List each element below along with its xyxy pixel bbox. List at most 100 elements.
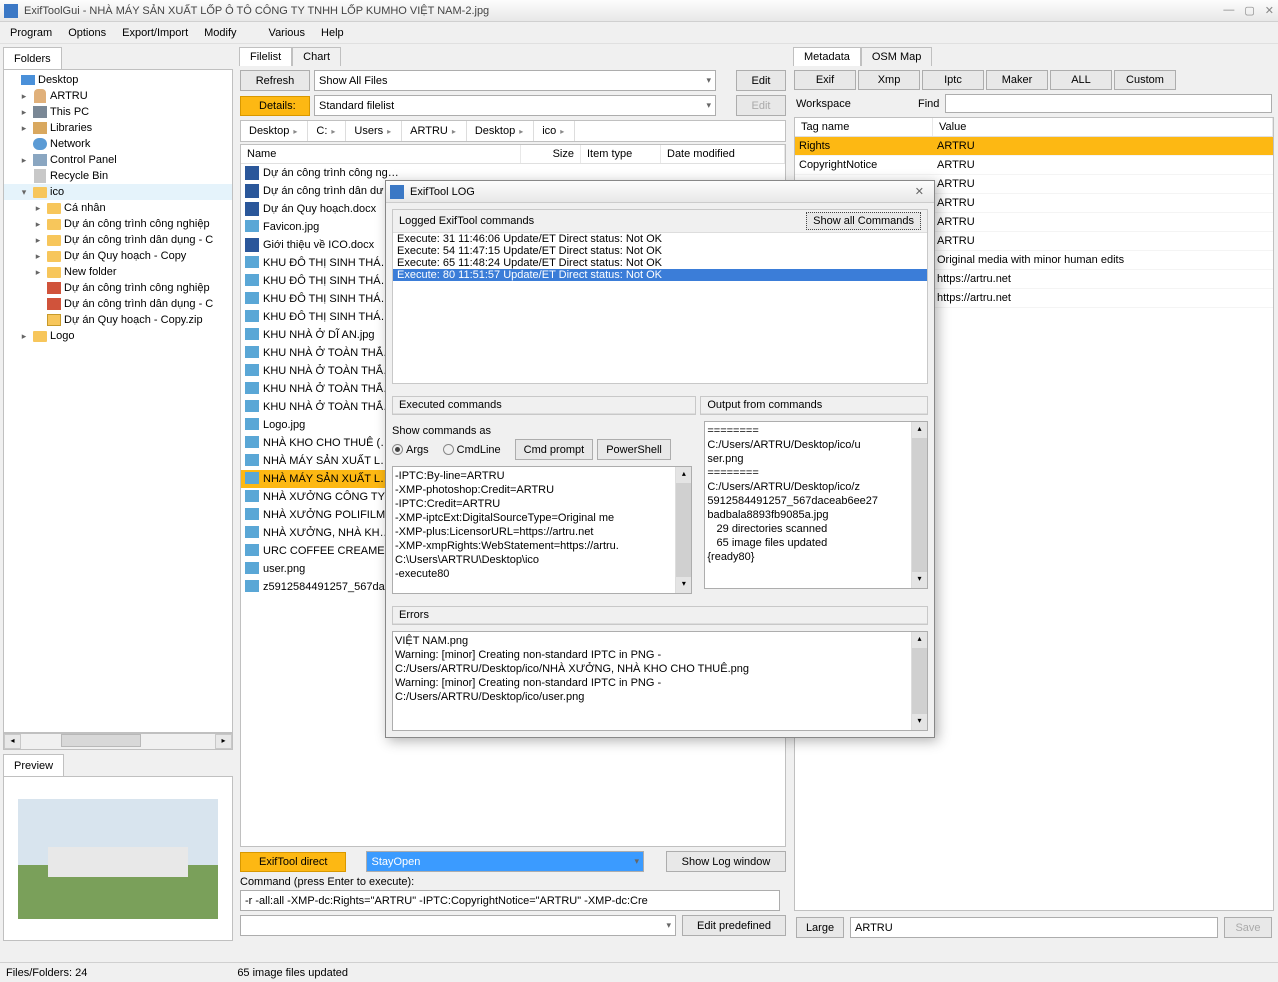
- find-input[interactable]: [945, 94, 1272, 113]
- find-label: Find: [918, 98, 939, 110]
- tree-item[interactable]: Dự án công trình dân dụng - C: [4, 296, 232, 312]
- edit-button[interactable]: Edit: [736, 70, 786, 91]
- log-line[interactable]: Execute: 31 11:46:06 Update/ET Direct st…: [393, 233, 927, 245]
- preview-image: [18, 799, 218, 919]
- folder-tree[interactable]: Desktop▸ARTRU▸This PC▸LibrariesNetwork▸C…: [3, 69, 233, 733]
- btn-maker[interactable]: Maker: [986, 70, 1048, 90]
- errors-label: Errors: [399, 609, 429, 621]
- tree-item[interactable]: ▾ico: [4, 184, 232, 200]
- tab-chart[interactable]: Chart: [292, 47, 341, 66]
- details-button[interactable]: Details:: [240, 96, 310, 116]
- show-files-combo[interactable]: Show All Files: [314, 70, 716, 91]
- menu-various[interactable]: Various: [263, 25, 311, 41]
- logged-commands-label: Logged ExifTool commands: [399, 215, 534, 227]
- tree-item[interactable]: Dự án công trình công nghiệp: [4, 280, 232, 296]
- powershell-button[interactable]: PowerShell: [597, 439, 671, 460]
- log-lines[interactable]: Execute: 31 11:46:06 Update/ET Direct st…: [393, 233, 927, 383]
- menu-options[interactable]: Options: [62, 25, 112, 41]
- btn-xmp[interactable]: Xmp: [858, 70, 920, 90]
- edit-predefined-button[interactable]: Edit predefined: [682, 915, 786, 936]
- log-line[interactable]: Execute: 54 11:47:15 Update/ET Direct st…: [393, 245, 927, 257]
- tree-item[interactable]: ▸Control Panel: [4, 152, 232, 168]
- minimize-icon[interactable]: —: [1223, 4, 1234, 17]
- output-text[interactable]: ======== C:/Users/ARTRU/Desktop/ico/u se…: [704, 421, 928, 589]
- preview-pane: [3, 776, 233, 941]
- cmd-prompt-button[interactable]: Cmd prompt: [515, 439, 594, 460]
- tree-item[interactable]: Desktop: [4, 72, 232, 88]
- executed-label: Executed commands: [399, 399, 502, 411]
- executed-commands-text[interactable]: -IPTC:By-line=ARTRU -XMP-photoshop:Credi…: [392, 466, 692, 594]
- maximize-icon[interactable]: ▢: [1244, 4, 1254, 17]
- tree-item[interactable]: ▸This PC: [4, 104, 232, 120]
- menubar: Program Options Export/Import Modify Var…: [0, 22, 1278, 44]
- filelist-type-combo[interactable]: Standard filelist: [314, 95, 716, 116]
- dialog-titlebar[interactable]: ExifTool LOG ✕: [386, 181, 934, 203]
- btn-custom[interactable]: Custom: [1114, 70, 1176, 90]
- col-name[interactable]: Name: [241, 145, 521, 163]
- metadata-row[interactable]: CopyrightNoticeARTRU: [795, 156, 1273, 175]
- statusbar: Files/Folders: 24 65 image files updated: [0, 962, 1278, 982]
- menu-modify[interactable]: Modify: [198, 25, 242, 41]
- command-label: Command (press Enter to execute):: [240, 876, 786, 888]
- tree-item[interactable]: ▸Libraries: [4, 120, 232, 136]
- app-icon: [4, 4, 18, 18]
- titlebar: ExifToolGui - NHÀ MÁY SẢN XUẤT LỐP Ô TÔ …: [0, 0, 1278, 22]
- show-all-commands-button[interactable]: Show all Commands: [806, 212, 921, 230]
- status-updated: 65 image files updated: [237, 967, 348, 979]
- col-date[interactable]: Date modified: [661, 145, 785, 163]
- close-icon[interactable]: ✕: [1265, 4, 1274, 17]
- show-commands-as-label: Show commands as: [392, 425, 692, 437]
- save-button: Save: [1224, 917, 1272, 938]
- tab-osm-map[interactable]: OSM Map: [861, 47, 933, 66]
- tree-hscroll[interactable]: ◂▸: [3, 733, 233, 750]
- metadata-row[interactable]: RightsARTRU: [795, 137, 1273, 156]
- tab-folders[interactable]: Folders: [3, 47, 62, 69]
- log-line[interactable]: Execute: 65 11:48:24 Update/ET Direct st…: [393, 257, 927, 269]
- workspace-button[interactable]: Workspace: [796, 98, 886, 110]
- col-tagname[interactable]: Tag name: [795, 118, 933, 136]
- command-input[interactable]: [240, 890, 780, 911]
- radio-args[interactable]: Args: [392, 444, 429, 456]
- tree-item[interactable]: ▸ARTRU: [4, 88, 232, 104]
- btn-iptc[interactable]: Iptc: [922, 70, 984, 90]
- menu-help[interactable]: Help: [315, 25, 350, 41]
- tree-item[interactable]: Network: [4, 136, 232, 152]
- tree-item[interactable]: Dự án Quy hoạch - Copy.zip: [4, 312, 232, 328]
- tab-metadata[interactable]: Metadata: [793, 47, 861, 66]
- status-files: Files/Folders: 24: [6, 967, 87, 979]
- btn-exif[interactable]: Exif: [794, 70, 856, 90]
- log-line[interactable]: Execute: 80 11:51:57 Update/ET Direct st…: [393, 269, 927, 281]
- large-value-input[interactable]: [850, 917, 1218, 938]
- output-label: Output from commands: [707, 399, 822, 411]
- predefined-combo[interactable]: [240, 915, 676, 936]
- tree-item[interactable]: ▸New folder: [4, 264, 232, 280]
- tab-preview[interactable]: Preview: [3, 754, 64, 776]
- col-type[interactable]: Item type: [581, 145, 661, 163]
- show-log-button[interactable]: Show Log window: [666, 851, 786, 872]
- menu-program[interactable]: Program: [4, 25, 58, 41]
- tree-item[interactable]: ▸Dự án công trình dân dụng - C: [4, 232, 232, 248]
- col-value[interactable]: Value: [933, 118, 1273, 136]
- window-title: ExifToolGui - NHÀ MÁY SẢN XUẤT LỐP Ô TÔ …: [24, 5, 1223, 17]
- dialog-title: ExifTool LOG: [410, 186, 475, 198]
- btn-all[interactable]: ALL: [1050, 70, 1112, 90]
- dialog-close-icon[interactable]: ✕: [909, 185, 930, 198]
- errors-text[interactable]: VIỆT NAM.png Warning: [minor] Creating n…: [392, 631, 928, 731]
- radio-cmdline[interactable]: CmdLine: [443, 444, 501, 456]
- tree-item[interactable]: ▸Cá nhân: [4, 200, 232, 216]
- refresh-button[interactable]: Refresh: [240, 70, 310, 91]
- col-size[interactable]: Size: [521, 145, 581, 163]
- tree-item[interactable]: Recycle Bin: [4, 168, 232, 184]
- dialog-app-icon: [390, 185, 404, 199]
- stayopen-combo[interactable]: StayOpen: [366, 851, 644, 872]
- log-dialog: ExifTool LOG ✕ Logged ExifTool commands …: [385, 180, 935, 738]
- edit2-button: Edit: [736, 95, 786, 116]
- large-button[interactable]: Large: [796, 917, 844, 938]
- tab-filelist[interactable]: Filelist: [239, 47, 292, 66]
- exiftool-direct-button[interactable]: ExifTool direct: [240, 852, 346, 872]
- breadcrumb[interactable]: Desktop▸ C:▸ Users▸ ARTRU▸ Desktop▸ ico▸: [240, 120, 786, 142]
- tree-item[interactable]: ▸Dự án công trình công nghiệp: [4, 216, 232, 232]
- tree-item[interactable]: ▸Logo: [4, 328, 232, 344]
- menu-export-import[interactable]: Export/Import: [116, 25, 194, 41]
- tree-item[interactable]: ▸Dự án Quy hoạch - Copy: [4, 248, 232, 264]
